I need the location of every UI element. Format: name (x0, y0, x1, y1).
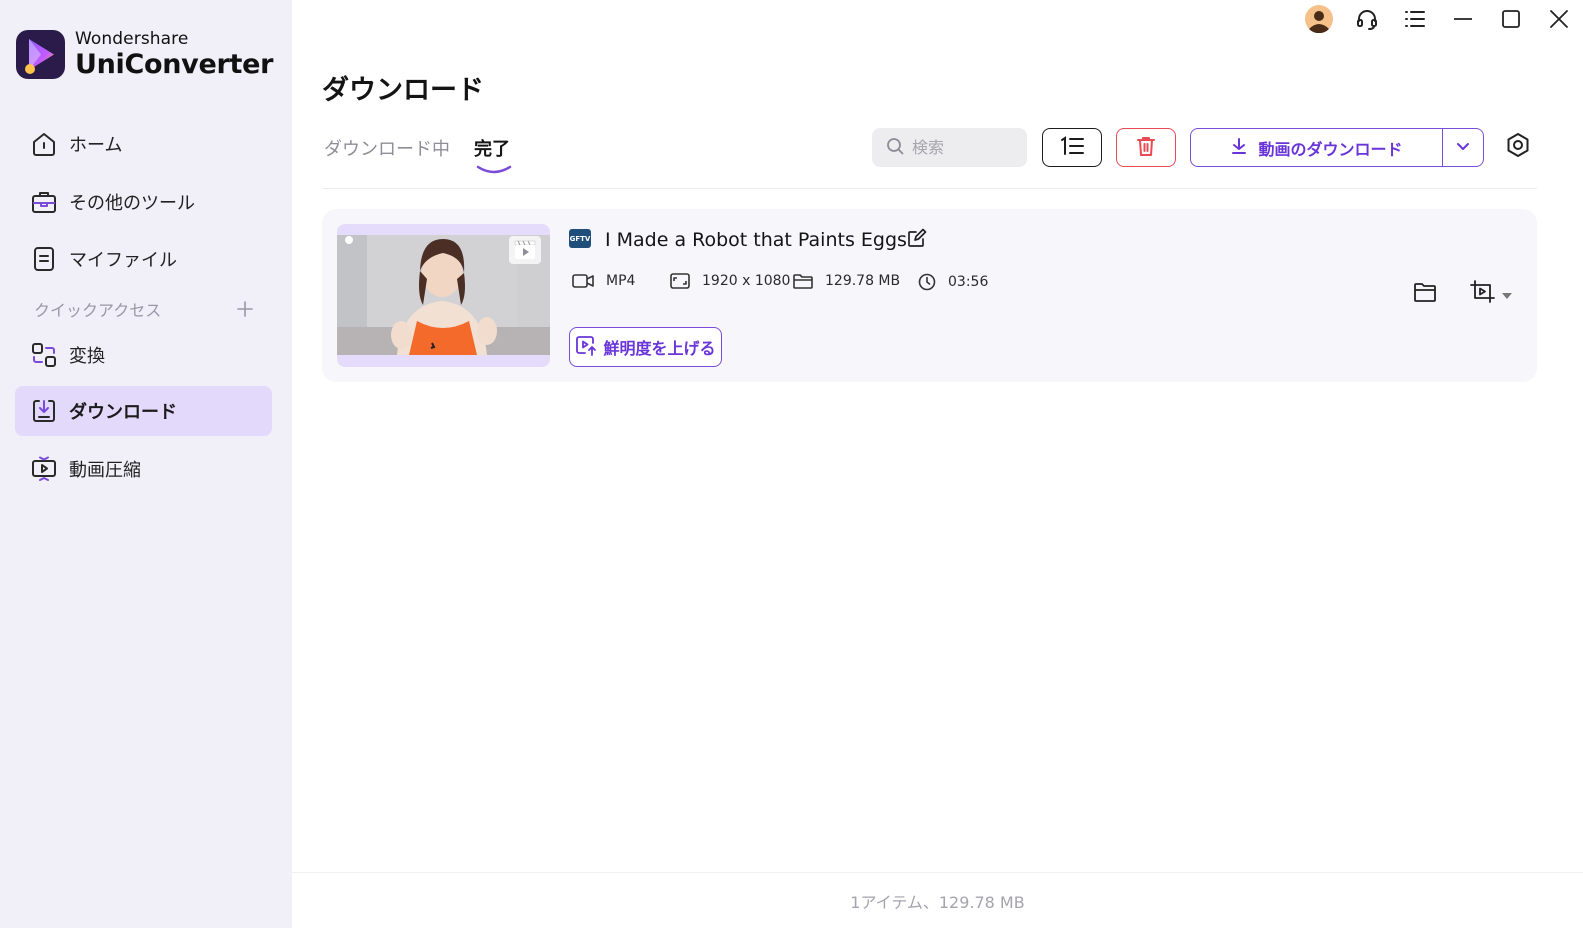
numbered-list-icon (1059, 135, 1085, 161)
support-button[interactable] (1343, 0, 1391, 42)
delete-button[interactable] (1116, 128, 1176, 167)
source-site-icon: GFTV (569, 229, 591, 248)
video-camera-icon (572, 274, 594, 288)
video-thumbnail[interactable] (337, 224, 550, 367)
quick-access-label: クイックアクセス (34, 301, 162, 320)
open-folder-button[interactable] (1412, 281, 1438, 307)
trash-icon (1135, 135, 1157, 161)
download-options-dropdown[interactable] (1443, 129, 1483, 166)
video-play-badge-icon (509, 236, 541, 264)
logo-product: UniConverter (75, 49, 274, 80)
sidebar-item-label: 動画圧縮 (69, 460, 141, 481)
logo-brand: Wondershare (75, 29, 189, 49)
maximize-button[interactable] (1487, 0, 1535, 42)
page-title: ダウンロード (322, 75, 484, 106)
meta-format: MP4 (572, 273, 635, 289)
enhance-label: 鮮明度を上げる (603, 339, 716, 358)
sidebar-item-label: マイファイル (69, 250, 177, 271)
file-icon (31, 246, 57, 272)
maximize-icon (1501, 9, 1521, 33)
crop-video-icon (1470, 280, 1496, 308)
caret-down-icon (1502, 285, 1512, 304)
size-value: 129.78 MB (825, 273, 901, 289)
numbered-list-button[interactable] (1042, 128, 1102, 167)
tab-label: 完了 (474, 139, 510, 160)
menu-list-icon (1403, 7, 1427, 35)
status-footer: 1アイテム、129.78 MB (292, 872, 1583, 928)
duration-value: 03:56 (948, 274, 989, 290)
toolbar-divider (322, 188, 1537, 189)
settings-button[interactable] (1503, 132, 1533, 162)
menu-button[interactable] (1391, 0, 1439, 42)
download-video-split-button: 動画のダウンロード (1190, 128, 1484, 167)
download-arrow-icon (1230, 137, 1248, 159)
close-button[interactable] (1535, 0, 1583, 42)
item-summary: 1アイテム、129.78 MB (850, 892, 1025, 912)
convert-icon (31, 342, 57, 368)
tab-done[interactable]: 完了 (474, 135, 512, 174)
meta-size: 129.78 MB (793, 273, 900, 289)
sidebar-item-other-tools[interactable]: その他のツール (15, 177, 272, 227)
download-video-button[interactable]: 動画のダウンロード (1191, 129, 1443, 166)
open-folder-icon (1413, 281, 1437, 307)
title-bar (1295, 0, 1583, 42)
app-window: Wondershare UniConverter ホーム その他のツール マイフ… (0, 0, 1583, 928)
home-icon (31, 131, 57, 157)
source-badge-text: GFTV (569, 234, 591, 243)
minimize-button[interactable] (1439, 0, 1487, 42)
folder-icon (793, 274, 813, 289)
search-box[interactable] (872, 128, 1027, 167)
download-icon (31, 398, 57, 424)
download-item-card[interactable]: GFTV I Made a Robot that Paints Eggs MP4 (322, 209, 1537, 382)
tab-downloading[interactable]: ダウンロード中 (324, 135, 450, 161)
enhance-clarity-button[interactable]: 鮮明度を上げる (569, 327, 722, 367)
chevron-down-icon (1455, 138, 1471, 158)
minimize-icon (1453, 9, 1473, 33)
sidebar-item-label: 変換 (69, 346, 105, 367)
clock-icon (918, 273, 936, 291)
rename-button[interactable] (905, 228, 929, 252)
resolution-icon (670, 273, 690, 289)
toolbox-icon (31, 189, 57, 215)
sidebar-item-label: ホーム (69, 135, 123, 156)
uniconverter-logo-icon (16, 30, 65, 79)
format-value: MP4 (606, 273, 636, 289)
settings-icon (1505, 132, 1531, 162)
tab-label: ダウンロード中 (324, 139, 450, 160)
quick-access-header: クイックアクセス (34, 297, 256, 321)
edit-video-menu-button[interactable] (1466, 280, 1516, 308)
active-tab-indicator (474, 159, 512, 174)
avatar-icon (1305, 5, 1333, 37)
sidebar-item-home[interactable]: ホーム (15, 119, 272, 169)
search-icon (886, 137, 904, 159)
account-button[interactable] (1295, 0, 1343, 42)
video-title: I Made a Robot that Paints Eggs (605, 229, 907, 251)
main-panel: ダウンロード ダウンロード中 完了 検索 動画のダウンロード GFTV I Ma… (292, 0, 1583, 928)
sidebar-item-convert[interactable]: 変換 (15, 330, 272, 380)
compress-icon (31, 456, 57, 482)
search-input[interactable] (912, 138, 1012, 157)
close-icon (1549, 9, 1569, 33)
sidebar-item-label: ダウンロード (69, 402, 177, 423)
sidebar-item-label: その他のツール (69, 193, 195, 214)
meta-duration: 03:56 (918, 273, 988, 291)
sidebar-item-download[interactable]: ダウンロード (15, 386, 272, 436)
download-video-label: 動画のダウンロード (1258, 139, 1403, 159)
edit-icon (907, 228, 927, 252)
app-logo: Wondershare UniConverter (16, 30, 273, 79)
resolution-value: 1920 x 1080 (702, 273, 791, 289)
headset-icon (1355, 7, 1379, 35)
sidebar-item-my-files[interactable]: マイファイル (15, 234, 272, 284)
sidebar: Wondershare UniConverter ホーム その他のツール マイフ… (0, 0, 292, 928)
enhance-icon (575, 334, 597, 360)
sidebar-item-video-compress[interactable]: 動画圧縮 (15, 444, 272, 494)
quick-access-add-button[interactable] (234, 298, 256, 320)
meta-resolution: 1920 x 1080 (670, 273, 790, 289)
